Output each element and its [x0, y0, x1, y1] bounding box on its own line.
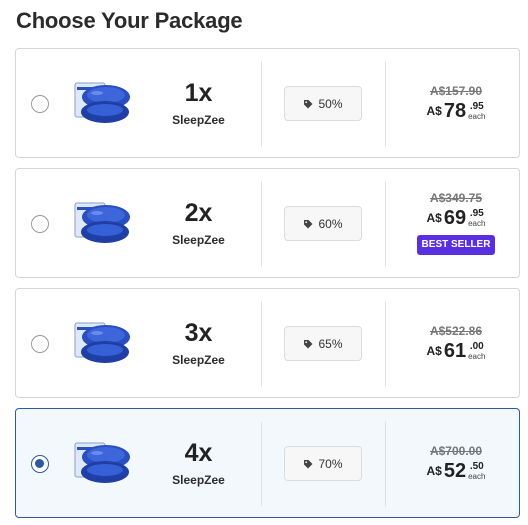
page-title: Choose Your Package	[16, 8, 243, 33]
best-seller-badge: BEST SELLER	[417, 235, 495, 255]
package-quantity: 3x	[184, 319, 213, 347]
price-unit: each	[468, 472, 486, 481]
original-price: A$700.00	[429, 444, 483, 458]
price-whole: 52	[443, 460, 467, 482]
package-quantity: 4x	[184, 439, 213, 467]
price-tag-icon	[304, 99, 313, 108]
product-box-icon	[74, 442, 130, 483]
product-name: SleepZee	[172, 353, 225, 367]
original-price: A$157.90	[429, 84, 483, 98]
package-radio-3x[interactable]	[31, 335, 49, 353]
price-cents: .50	[469, 461, 484, 472]
currency-symbol: A$	[426, 344, 442, 358]
package-option-3x[interactable]: 3x SleepZee 65% A$522.86 A$ 61 .00 each	[15, 288, 520, 398]
discount-value: 70%	[318, 456, 343, 471]
discount-badge: 60%	[284, 206, 362, 241]
price-block: A$157.90 A$ 78 .95 each	[416, 84, 496, 123]
price-whole: 69	[443, 207, 467, 229]
original-price: A$522.86	[429, 324, 483, 338]
package-radio-2x[interactable]	[31, 215, 49, 233]
discount-value: 60%	[318, 216, 343, 231]
price-block: A$700.00 A$ 52 .50 each	[416, 444, 496, 483]
discount-value: 50%	[318, 96, 343, 111]
price-tag-icon	[304, 459, 313, 468]
price-tag-icon	[304, 339, 313, 348]
currency-symbol: A$	[426, 104, 442, 118]
discount-badge: 70%	[284, 446, 362, 481]
package-option-1x[interactable]: 1x SleepZee 50% A$157.90 A$ 78 .95 each	[15, 48, 520, 158]
price-unit: each	[468, 352, 486, 361]
price-tag-icon	[304, 219, 313, 228]
divider	[385, 62, 386, 146]
price-block: A$522.86 A$ 61 .00 each	[416, 324, 496, 363]
price-whole: 61	[443, 340, 467, 362]
divider	[261, 422, 262, 506]
original-price: A$349.75	[429, 191, 483, 205]
currency-symbol: A$	[426, 464, 442, 478]
package-option-2x[interactable]: 2x SleepZee 60% A$349.75 A$ 69 .95 each …	[15, 168, 520, 278]
divider	[385, 182, 386, 266]
product-box-icon	[74, 202, 130, 243]
product-name: SleepZee	[172, 233, 225, 247]
package-radio-1x[interactable]	[31, 95, 49, 113]
divider	[385, 302, 386, 386]
divider	[385, 422, 386, 506]
price-cents: .95	[469, 208, 484, 219]
product-box-icon	[74, 322, 130, 363]
price-unit: each	[468, 219, 486, 228]
product-name: SleepZee	[172, 473, 225, 487]
package-radio-4x[interactable]	[31, 455, 49, 473]
product-name: SleepZee	[172, 113, 225, 127]
price-cents: .95	[469, 101, 484, 112]
discount-badge: 50%	[284, 86, 362, 121]
divider	[261, 62, 262, 146]
package-quantity: 1x	[184, 79, 213, 107]
divider	[261, 182, 262, 266]
currency-symbol: A$	[426, 211, 442, 225]
discount-badge: 65%	[284, 326, 362, 361]
price-block: A$349.75 A$ 69 .95 each BEST SELLER	[416, 191, 496, 255]
price-unit: each	[468, 112, 486, 121]
product-box-icon	[74, 82, 130, 123]
price-cents: .00	[469, 341, 484, 352]
discount-value: 65%	[318, 336, 343, 351]
package-quantity: 2x	[184, 199, 213, 227]
package-option-4x[interactable]: 4x SleepZee 70% A$700.00 A$ 52 .50 each	[15, 408, 520, 518]
price-whole: 78	[443, 100, 467, 122]
divider	[261, 302, 262, 386]
